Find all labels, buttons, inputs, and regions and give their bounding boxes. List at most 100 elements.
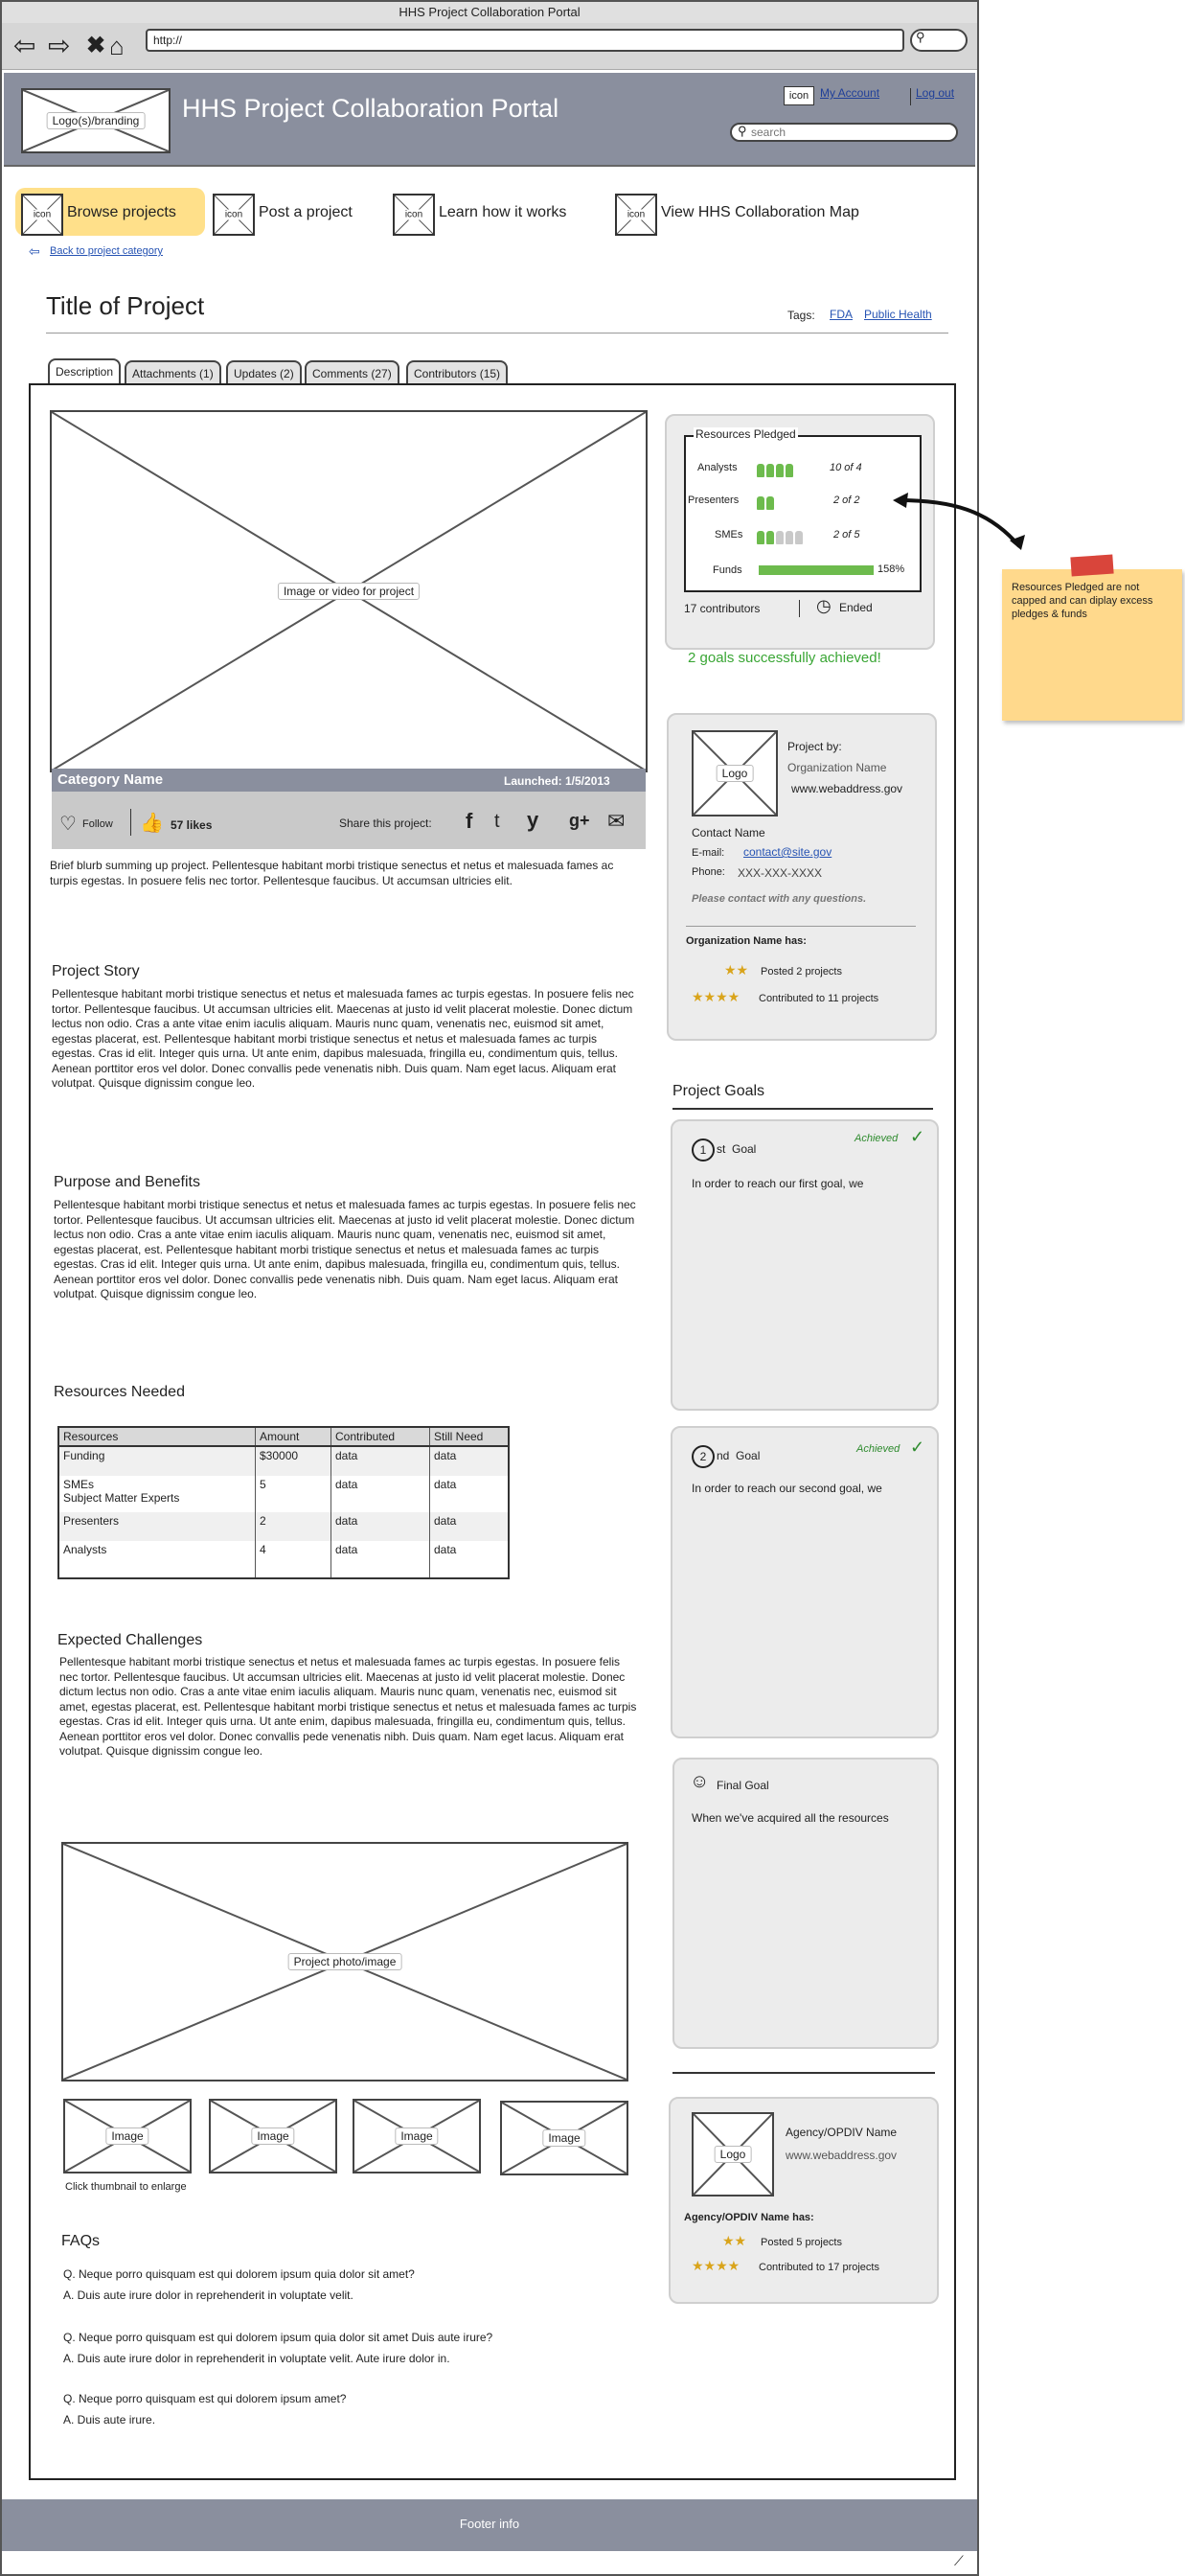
cell: 5: [255, 1476, 331, 1512]
header-divider: [910, 88, 911, 105]
faq-question: Q. Neque porro quisquam est qui dolorem …: [63, 2331, 493, 2344]
browse-icon: icon: [21, 194, 63, 236]
table-row: SMEs Subject Matter Experts 5 data data: [58, 1476, 510, 1512]
stars-icon: ★★: [722, 2233, 747, 2248]
contact-email-link[interactable]: contact@site.gov: [743, 845, 832, 859]
thumbnail-1[interactable]: Image: [63, 2099, 192, 2174]
agency-contributed: Contributed to 17 projects: [759, 2262, 879, 2273]
org-contributed: Contributed to 11 projects: [759, 993, 879, 1004]
person-icon: [776, 464, 784, 477]
agency-name: Agency/OPDIV Name: [786, 2126, 898, 2139]
contact-note: Please contact with any questions.: [692, 893, 867, 905]
faq-answer: A. Duis aute irure dolor in reprehenderi…: [63, 2352, 450, 2365]
stop-icon[interactable]: ✖: [86, 23, 105, 69]
org-logo[interactable]: Logo: [692, 730, 778, 816]
back-link-arrow-icon: ⇦: [29, 243, 40, 259]
purpose-title: Purpose and Benefits: [54, 1174, 200, 1190]
learn-icon: icon: [393, 194, 435, 236]
ended-status: Ended: [839, 601, 873, 614]
forward-arrow-icon[interactable]: ⇨: [48, 23, 70, 69]
person-icon: [766, 496, 774, 510]
project-photo[interactable]: Project photo/image: [61, 1842, 628, 2082]
story-text: Pellentesque habitant morbi tristique se…: [52, 987, 634, 1090]
my-account-link[interactable]: My Account: [820, 86, 879, 100]
goal-title-1: st Goal: [717, 1142, 757, 1156]
agency-logo[interactable]: Logo: [692, 2112, 774, 2196]
cell: Presenters: [58, 1512, 256, 1541]
project-title: Title of Project: [46, 291, 205, 320]
thumbnail-2[interactable]: Image: [209, 2099, 337, 2174]
footer-text: Footer info: [459, 2517, 520, 2531]
tab-updates[interactable]: Updates (2): [226, 360, 302, 383]
goals-achieved-text: 2 goals successfully achieved!: [688, 650, 881, 666]
org-posted: Posted 2 projects: [761, 966, 842, 978]
yahoo-icon[interactable]: y: [527, 808, 538, 833]
funds-bar: [759, 565, 874, 575]
google-plus-icon[interactable]: g+: [569, 811, 590, 831]
person-icon: [786, 531, 793, 544]
goal-number-1: 1: [692, 1138, 715, 1162]
site-search-input[interactable]: [730, 123, 958, 142]
tab-description[interactable]: Description: [48, 358, 122, 385]
stars-icon: ★★★★: [692, 989, 741, 1004]
thumbnail-3[interactable]: Image: [353, 2099, 481, 2174]
funds-bar-fill: [759, 565, 874, 575]
tag-public-health[interactable]: Public Health: [864, 308, 932, 321]
title-rule: [46, 333, 948, 334]
thumbnail-4[interactable]: Image: [500, 2101, 628, 2175]
likes-count: 57 likes: [171, 818, 213, 832]
tag-fda[interactable]: FDA: [830, 308, 853, 321]
pledge-people: [757, 524, 820, 545]
contact-name: Contact Name: [692, 826, 765, 840]
tab-attachments[interactable]: Attachments (1): [125, 360, 221, 383]
email-icon[interactable]: ✉: [607, 809, 625, 834]
cell: data: [429, 1446, 510, 1476]
follow-label[interactable]: Follow: [82, 818, 113, 830]
logout-link[interactable]: Log out: [916, 86, 954, 100]
facebook-icon[interactable]: f: [466, 809, 472, 834]
project-media[interactable]: Image or video for project: [50, 410, 648, 772]
table-row: Presenters 2 data data: [58, 1512, 510, 1541]
challenges-text: Pellentesque habitant morbi tristique se…: [59, 1655, 637, 1758]
goal-text-1: In order to reach our first goal, we: [692, 1177, 864, 1190]
social-divider: [130, 809, 131, 836]
cell: data: [330, 1476, 430, 1512]
thumbs-up-icon[interactable]: 👍: [140, 811, 164, 835]
agency-rule: [672, 2072, 935, 2074]
category-name[interactable]: Category Name: [57, 771, 163, 788]
person-icon: [776, 531, 784, 544]
funds-percent: 158%: [877, 564, 905, 575]
twitter-icon[interactable]: t: [494, 811, 500, 833]
stars-icon: ★★: [724, 962, 749, 978]
back-to-category-link[interactable]: Back to project category: [50, 245, 163, 257]
resize-grip-icon[interactable]: ⟋: [954, 2553, 964, 2569]
nav-learn-how[interactable]: Learn how it works: [439, 204, 566, 221]
checkmark-icon: ✓: [910, 1127, 925, 1146]
tab-contributors[interactable]: Contributors (15): [406, 360, 509, 383]
sticky-tape: [1070, 554, 1114, 577]
col-contributed: Contributed: [330, 1427, 430, 1447]
final-goal-card: [672, 1758, 939, 2049]
smiley-icon: ☺: [690, 1771, 710, 1792]
challenges-title: Expected Challenges: [57, 1632, 203, 1648]
col-still-need: Still Need: [429, 1427, 510, 1447]
logo-branding[interactable]: Logo(s)/branding: [21, 88, 171, 153]
address-bar[interactable]: http://: [146, 29, 904, 52]
goal-card-1: [671, 1119, 939, 1411]
phone-number: XXX-XXX-XXXX: [738, 866, 823, 880]
nav-post-project[interactable]: Post a project: [259, 204, 353, 221]
person-icon: [766, 464, 774, 477]
cell: SMEs Subject Matter Experts: [58, 1476, 256, 1512]
post-icon: icon: [213, 194, 255, 236]
person-icon: [757, 464, 764, 477]
nav-collab-map[interactable]: View HHS Collaboration Map: [661, 204, 859, 221]
cell: data: [429, 1476, 510, 1512]
pledge-count: 2 of 2: [833, 494, 860, 506]
heart-icon[interactable]: ♡: [59, 812, 77, 836]
tab-comments[interactable]: Comments (27): [305, 360, 399, 383]
home-icon[interactable]: ⌂: [109, 23, 125, 69]
pledge-row-label: Analysts: [697, 462, 738, 473]
faq-answer: A. Duis aute irure dolor in reprehenderi…: [63, 2288, 353, 2302]
person-icon: [766, 531, 774, 544]
back-arrow-icon[interactable]: ⇦: [13, 23, 35, 69]
